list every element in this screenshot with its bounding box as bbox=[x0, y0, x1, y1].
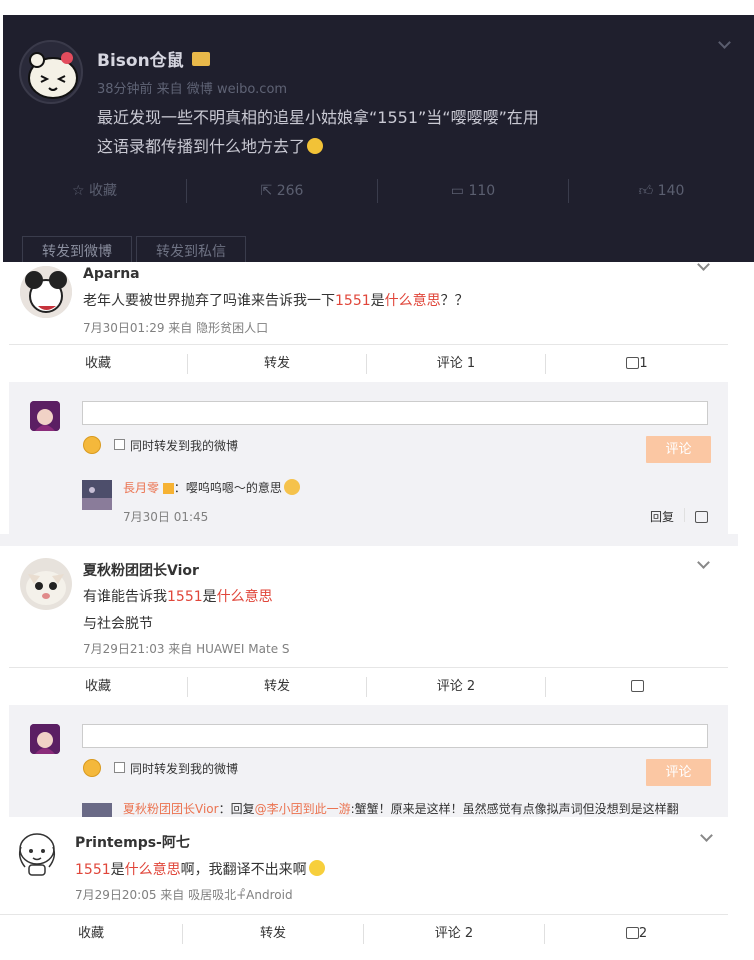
reply-area: 同时转发到我的微博 评论 長月零 ：嘤呜呜嗯～的意思 7月30日 01:45 回… bbox=[9, 382, 728, 534]
verified-v-icon bbox=[162, 483, 174, 494]
sync-repost-label: 同时转发到我的微博 bbox=[130, 762, 239, 776]
sub-reply-text: 長月零 ：嘤呜呜嗯～的意思 bbox=[123, 478, 300, 497]
original-post: Bison仓鼠 38分钟前 来自 微博 weibo.com 最近发现一些不明真相… bbox=[0, 0, 754, 266]
thumbs-up-icon[interactable] bbox=[695, 511, 708, 523]
repost-button[interactable]: 转发 bbox=[188, 345, 366, 383]
comment-card: 夏秋粉团团长Vior 有谁能告诉我1551是什么意思 与社会脱节 7月29日21… bbox=[9, 546, 728, 705]
comment-icon: ▭ bbox=[450, 183, 469, 199]
comment-button[interactable]: 评论 2 bbox=[367, 668, 545, 706]
my-avatar bbox=[30, 401, 60, 431]
comment-text: 老年人要被世界抛弃了吗谁来告诉我一下1551是什么意思？？ bbox=[83, 293, 469, 309]
my-avatar bbox=[30, 724, 60, 754]
comment-action-bar: 收藏 转发 评论 2 bbox=[9, 667, 728, 705]
like-button[interactable]: 1 bbox=[546, 345, 728, 383]
comment-text: 有谁能告诉我1551是什么意思 bbox=[83, 589, 273, 605]
sub-reply-text: 夏秋粉团团长Vior：回复@李小团到此一游:蟹蟹！原来是这样！虽然感觉有点像拟声… bbox=[123, 802, 679, 816]
favorite-button[interactable]: 收藏 bbox=[9, 668, 187, 706]
repost-button[interactable]: 转发 bbox=[188, 668, 366, 706]
post-author[interactable]: Bison仓鼠 bbox=[97, 46, 210, 71]
vip-badge-icon bbox=[191, 52, 210, 66]
sync-repost-checkbox[interactable] bbox=[114, 762, 125, 773]
submit-comment-button[interactable]: 评论 bbox=[646, 759, 711, 786]
sync-repost-label: 同时转发到我的微博 bbox=[130, 439, 239, 453]
star-icon: ☆ bbox=[71, 183, 89, 199]
comment-button[interactable]: ▭ 110 bbox=[378, 171, 568, 211]
comment-meta: 7月29日21:03 来自 HUAWEI Mate S bbox=[83, 642, 290, 656]
reply-area: 同时转发到我的微博 评论 夏秋粉团团长Vior：回复@李小团到此一游:蟹蟹！原来… bbox=[9, 705, 728, 817]
post-text-line2: 这语录都传播到什么地方去了 bbox=[97, 137, 306, 156]
submit-comment-button[interactable]: 评论 bbox=[646, 436, 711, 463]
comment-action-bar: 收藏 转发 评论 1 1 bbox=[9, 344, 728, 382]
sync-repost-checkbox[interactable] bbox=[114, 439, 125, 450]
comment-meta: 7月29日20:05 来自 吸居吸北+̊Android bbox=[75, 888, 293, 902]
chevron-down-icon[interactable] bbox=[700, 829, 713, 842]
sub-reply-avatar[interactable] bbox=[82, 803, 112, 817]
card-gap bbox=[0, 534, 754, 546]
post-text-line1: 最近发现一些不明真相的追星小姑娘拿“1551”当“嘤嘤嘤”在用 bbox=[97, 108, 539, 127]
reply-link[interactable]: 回复 bbox=[650, 508, 674, 525]
right-gutter bbox=[738, 262, 754, 817]
comment-text: 1551是什么意思啊，我翻译不出来啊 bbox=[75, 859, 325, 879]
thumbs-up-icon bbox=[630, 679, 644, 692]
comment-input[interactable] bbox=[82, 724, 708, 748]
comment-button[interactable]: 评论 2 bbox=[364, 915, 544, 953]
comment-meta: 7月30日01:29 来自 隐形贫困人口 bbox=[83, 321, 269, 335]
avatar[interactable] bbox=[11, 825, 63, 877]
comment-text-line2: 与社会脱节 bbox=[83, 616, 153, 632]
post-text: 最近发现一些不明真相的追星小姑娘拿“1551”当“嘤嘤嘤”在用 这语录都传播到什… bbox=[97, 103, 539, 161]
post-action-bar: ☆ 收藏 ⇱ 266 ▭ 110 👍︎ 140 bbox=[3, 171, 754, 211]
repost-icon: ⇱ bbox=[260, 183, 277, 199]
sub-reply-author[interactable]: 夏秋粉团团长Vior bbox=[123, 802, 219, 816]
mention-link[interactable]: @李小团到此一游 bbox=[255, 802, 351, 816]
post-meta: 38分钟前 来自 微博 weibo.com bbox=[97, 82, 288, 97]
like-button[interactable]: 👍︎ 140 bbox=[569, 171, 754, 211]
emoji-picker-icon[interactable] bbox=[83, 436, 101, 454]
comment-action-bar: 收藏 转发 评论 2 2 bbox=[0, 914, 728, 952]
comment-author[interactable]: Printemps-阿七 bbox=[75, 832, 190, 852]
sweat-emoji-icon bbox=[308, 860, 325, 876]
top-margin bbox=[0, 0, 754, 15]
crying-emoji-icon bbox=[283, 478, 300, 495]
repost-button[interactable]: ⇱ 266 bbox=[187, 171, 377, 211]
thumbs-up-icon: 👍︎ bbox=[638, 183, 658, 199]
sub-reply-author[interactable]: 長月零 bbox=[123, 481, 159, 495]
comment-card: Printemps-阿七 1551是什么意思啊，我翻译不出来啊 7月29日20:… bbox=[0, 817, 754, 960]
sub-reply-avatar[interactable] bbox=[82, 480, 112, 510]
favorite-button[interactable]: ☆ 收藏 bbox=[3, 171, 186, 211]
favorite-button[interactable]: 收藏 bbox=[9, 345, 187, 383]
repost-button[interactable]: 转发 bbox=[183, 915, 363, 953]
avatar[interactable] bbox=[20, 266, 72, 318]
like-button[interactable] bbox=[546, 668, 728, 706]
thumbs-up-icon bbox=[625, 926, 639, 939]
comment-button[interactable]: 评论 1 bbox=[367, 345, 545, 383]
chevron-down-icon[interactable] bbox=[697, 556, 710, 569]
thumbs-up-icon bbox=[626, 356, 640, 369]
favorite-button[interactable]: 收藏 bbox=[0, 915, 182, 953]
emoji-picker-icon[interactable] bbox=[83, 759, 101, 777]
comment-author[interactable]: Aparna bbox=[83, 266, 140, 282]
avatar[interactable] bbox=[19, 40, 83, 104]
laugh-cry-emoji-icon bbox=[307, 137, 324, 154]
comment-card: Aparna 老年人要被世界抛弃了吗谁来告诉我一下1551是什么意思？？ 7月3… bbox=[9, 258, 728, 382]
avatar[interactable] bbox=[20, 558, 72, 610]
chevron-down-icon[interactable] bbox=[718, 36, 731, 49]
like-button[interactable]: 2 bbox=[545, 915, 728, 953]
comment-input[interactable] bbox=[82, 401, 708, 425]
left-margin bbox=[0, 0, 3, 262]
divider bbox=[684, 508, 685, 522]
comment-author[interactable]: 夏秋粉团团长Vior bbox=[83, 560, 199, 580]
sub-reply-time: 7月30日 01:45 bbox=[123, 510, 209, 524]
